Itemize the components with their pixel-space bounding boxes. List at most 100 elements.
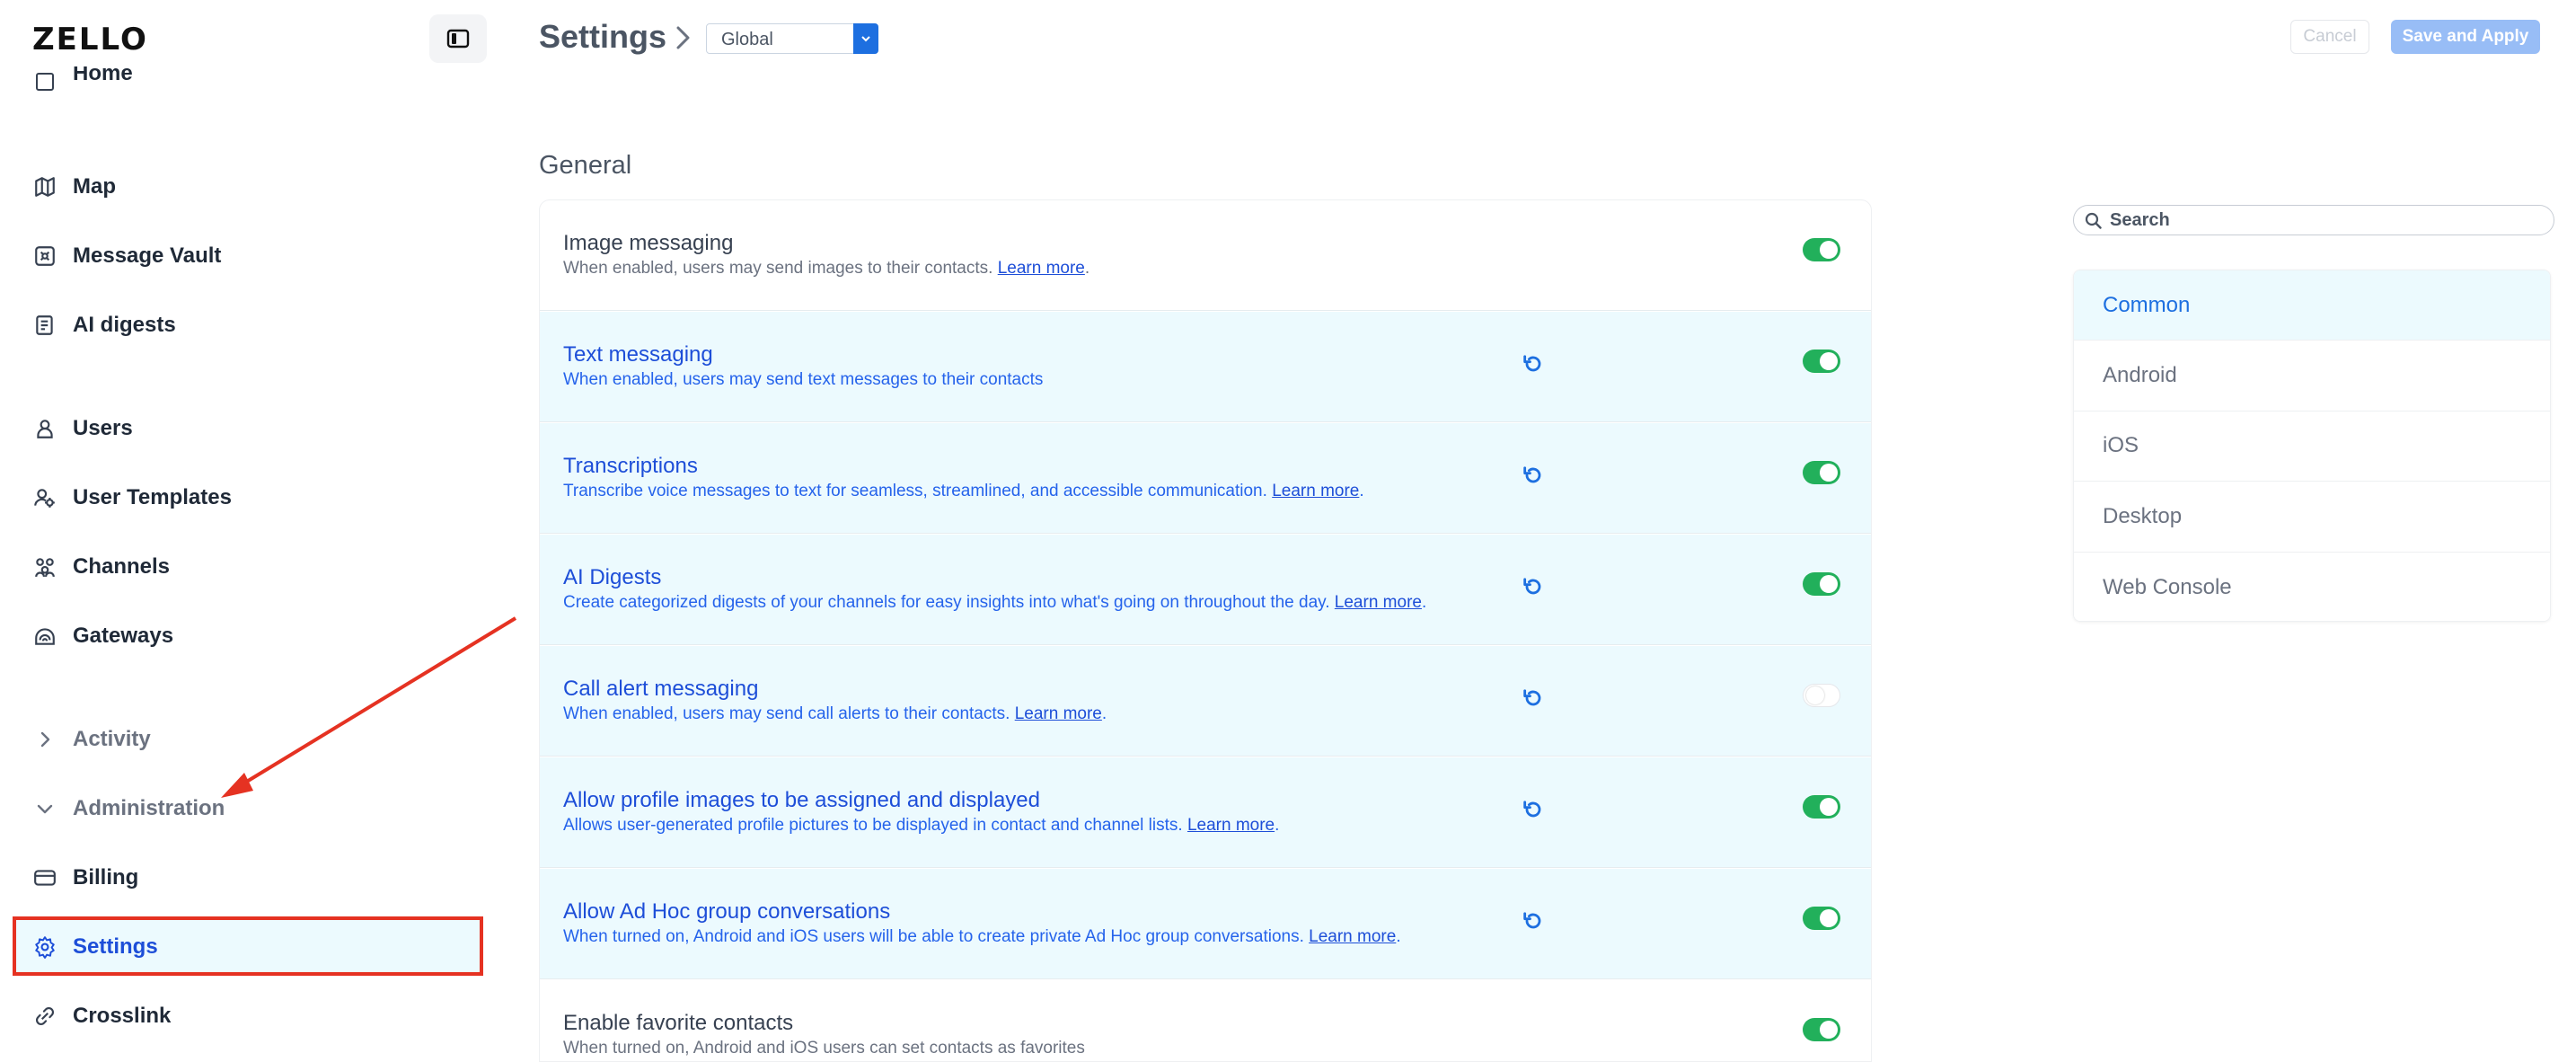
search-input[interactable]	[2110, 208, 2541, 232]
reset-icon[interactable]	[1519, 461, 1548, 490]
sidebar-item-ai-digests[interactable]: AI digests	[32, 307, 176, 343]
setting-toggle[interactable]	[1803, 684, 1840, 707]
setting-title: Allow Ad Hoc group conversations	[563, 899, 891, 924]
setting-title: Allow profile images to be assigned and …	[563, 788, 1040, 812]
reset-icon[interactable]	[1519, 572, 1548, 601]
sidebar-item-home[interactable]: Home	[32, 66, 133, 97]
sidebar-item-label: Settings	[73, 934, 158, 959]
setting-title: Text messaging	[563, 342, 713, 367]
learn-more-link[interactable]: Learn more	[1309, 927, 1396, 946]
sidebar-item-settings[interactable]: Settings	[32, 929, 158, 965]
search-box[interactable]	[2073, 205, 2554, 235]
setting-description-text: When enabled, users may send images to t…	[563, 259, 993, 278]
sidebar-toggle-button[interactable]	[429, 14, 487, 63]
setting-description-tail: .	[1421, 593, 1427, 612]
search-icon	[2085, 212, 2102, 229]
learn-more-link[interactable]: Learn more	[1187, 816, 1275, 835]
scope-select-value: Global	[721, 30, 773, 49]
setting-description-tail: .	[1396, 927, 1401, 946]
chevron-down-icon	[853, 23, 878, 54]
cancel-button[interactable]: Cancel	[2290, 20, 2369, 54]
setting-toggle[interactable]	[1803, 572, 1840, 596]
setting-row: Image messaging When enabled, users may s…	[540, 200, 1871, 311]
scope-select[interactable]: Global	[706, 23, 878, 54]
sidebar-item-label: Users	[73, 416, 133, 440]
platform-item[interactable]: Web Console	[2074, 552, 2550, 621]
reset-icon[interactable]	[1519, 795, 1548, 824]
sidebar-item-label: Message Vault	[73, 243, 222, 268]
platform-item[interactable]: Android	[2074, 341, 2550, 412]
sidebar-item-gateways[interactable]: Gateways	[32, 618, 173, 654]
zello-logo: ZELLO	[32, 22, 148, 58]
sidebar-item-users[interactable]: Users	[32, 411, 133, 447]
setting-toggle[interactable]	[1803, 1018, 1840, 1041]
setting-description: When enabled, users may send text messag…	[563, 370, 1043, 390]
chevron-right-icon	[32, 727, 57, 752]
sidebar-item-label: User Templates	[73, 485, 232, 509]
setting-description-text: Transcribe voice messages to text for se…	[563, 482, 1267, 500]
sidebar-item-message-vault[interactable]: Message Vault	[32, 238, 221, 274]
setting-row: Text messaging When enabled, users may se…	[540, 312, 1871, 422]
setting-toggle[interactable]	[1803, 350, 1840, 373]
setting-description: When turned on, Android and iOS users wi…	[563, 927, 1401, 947]
setting-title: Transcriptions	[563, 454, 698, 478]
setting-toggle[interactable]	[1803, 461, 1840, 484]
sidebar-item-crosslink[interactable]: Crosslink	[32, 998, 171, 1034]
vault-icon	[32, 243, 57, 269]
setting-title: AI Digests	[563, 565, 662, 589]
setting-description-text: Allows user-generated profile pictures t…	[563, 816, 1183, 835]
setting-description: Allows user-generated profile pictures t…	[563, 816, 1279, 836]
sidebar-item-map[interactable]: Map	[32, 169, 116, 205]
learn-more-link[interactable]: Learn more	[1015, 704, 1102, 723]
sidebar-item-label: Crosslink	[73, 1004, 172, 1028]
setting-description-text: When enabled, users may send call alerts…	[563, 704, 1010, 723]
home-icon	[32, 69, 57, 94]
platform-item[interactable]: Common	[2074, 270, 2550, 341]
gear-icon	[32, 934, 57, 960]
platform-list: Common Android iOS Desktop Web Console	[2073, 270, 2551, 622]
sidebar-item-label: Home	[73, 66, 133, 85]
setting-toggle[interactable]	[1803, 795, 1840, 819]
setting-description: When enabled, users may send call alerts…	[563, 704, 1107, 724]
reset-icon[interactable]	[1519, 350, 1548, 378]
setting-toggle[interactable]	[1803, 238, 1840, 261]
link-icon	[32, 1004, 57, 1029]
chevron-down-icon	[32, 796, 57, 821]
platform-item[interactable]: Desktop	[2074, 482, 2550, 553]
billing-icon	[32, 865, 57, 890]
sidebar-item-label: Administration	[73, 796, 225, 820]
sidebar-toggle-icon	[446, 29, 470, 49]
sidebar-item-label: AI digests	[73, 313, 176, 337]
setting-description: Create categorized digests of your chann…	[563, 593, 1426, 613]
user-template-icon	[32, 485, 57, 510]
platform-item[interactable]: iOS	[2074, 411, 2550, 482]
sidebar-item-channels[interactable]: Channels	[32, 549, 170, 585]
setting-title: Image messaging	[563, 231, 734, 255]
map-icon	[32, 174, 57, 199]
learn-more-link[interactable]: Learn more	[998, 259, 1085, 278]
setting-title: Enable favorite contacts	[563, 1011, 794, 1035]
setting-description-text: When turned on, Android and iOS users ca…	[563, 1039, 1085, 1058]
setting-toggle[interactable]	[1803, 907, 1840, 930]
settings-list: Image messaging When enabled, users may s…	[539, 199, 1872, 1062]
setting-row: Allow Ad Hoc group conversations When tur…	[540, 869, 1871, 979]
setting-row: AI Digests Create categorized digests of …	[540, 535, 1871, 645]
sidebar-item-billing[interactable]: Billing	[32, 860, 138, 896]
learn-more-link[interactable]: Learn more	[1272, 482, 1359, 500]
reset-icon[interactable]	[1519, 684, 1548, 712]
reset-icon[interactable]	[1519, 907, 1548, 935]
setting-description-text: When enabled, users may send text messag…	[563, 370, 1044, 389]
save-and-apply-button[interactable]: Save and Apply	[2391, 20, 2540, 54]
sidebar-item-label: Map	[73, 174, 116, 199]
setting-description: Transcribe voice messages to text for se…	[563, 482, 1364, 501]
learn-more-link[interactable]: Learn more	[1335, 593, 1422, 612]
setting-description-tail: .	[1084, 259, 1090, 278]
sidebar-item-user-templates[interactable]: User Templates	[32, 480, 232, 516]
sidebar-item-activity[interactable]: Activity	[32, 721, 151, 757]
sidebar-item-administration[interactable]: Administration	[32, 791, 225, 827]
channels-icon	[32, 554, 57, 580]
setting-row: Enable favorite contacts When turned on, …	[540, 980, 1871, 1061]
sidebar-item-label: Billing	[73, 865, 139, 889]
setting-row: Call alert messaging When enabled, users …	[540, 646, 1871, 757]
gateway-icon	[32, 624, 57, 649]
